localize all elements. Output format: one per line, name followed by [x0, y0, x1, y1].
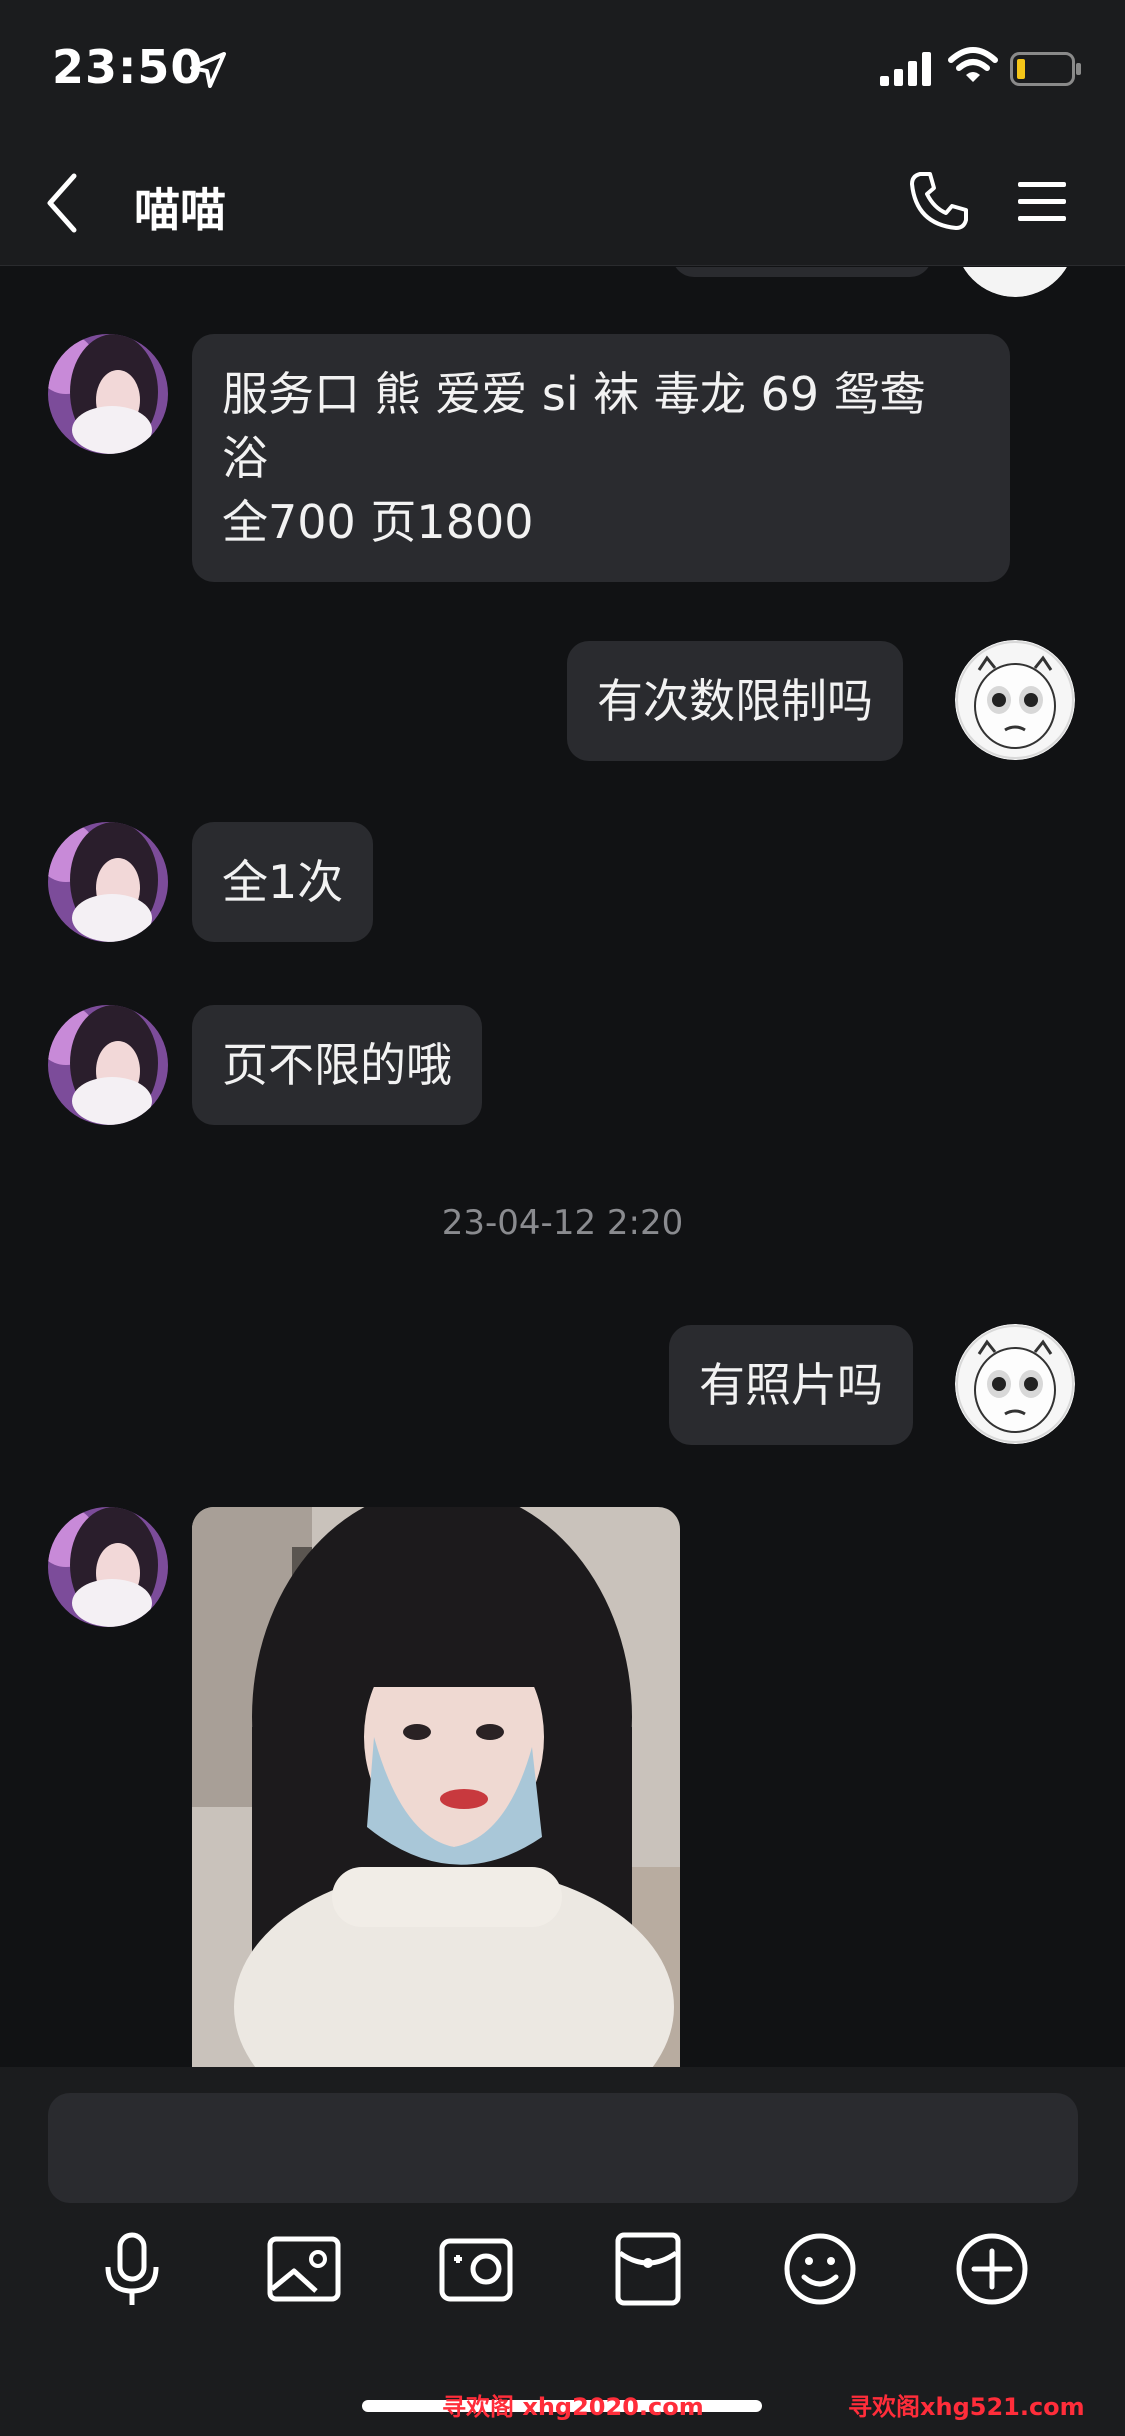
message-text: 全1次: [222, 855, 344, 909]
message-bubble-partial: [672, 267, 932, 277]
plus-icon[interactable]: [952, 2229, 1032, 2309]
watermark-text: 寻欢阁xhg521.com: [848, 2393, 1085, 2421]
location-arrow-icon: [190, 52, 226, 88]
battery-icon: [1010, 52, 1081, 86]
message-text: 有次数限制吗: [597, 674, 873, 728]
status-bar: 23:50: [0, 0, 1125, 140]
message-input[interactable]: [48, 2093, 1078, 2203]
chat-header: 喵喵: [0, 140, 1125, 266]
emoji-icon[interactable]: [780, 2229, 860, 2309]
message-text-line: 服务口 熊 爱爱 si 袜 毒龙 69 鸳鸯: [222, 367, 926, 421]
input-bar: 寻欢阁 xhg2020.com 寻欢阁xhg521.com: [0, 2067, 1125, 2436]
message-bubble-outgoing: 有照片吗: [669, 1325, 913, 1445]
watermark-text: 寻欢阁 xhg2020.com: [442, 2393, 704, 2421]
message-text: 有照片吗: [699, 1358, 883, 1412]
message-bubble: 服务口 熊 爱爱 si 袜 毒龙 69 鸳鸯 浴 全700 页1800: [192, 334, 1010, 582]
menu-icon[interactable]: [1014, 174, 1070, 230]
message-text-line: 全700 页1800: [222, 495, 534, 549]
contact-avatar[interactable]: [48, 1507, 168, 1627]
cellular-signal-icon: [880, 52, 931, 86]
microphone-icon[interactable]: [92, 2229, 172, 2309]
message-bubble: 页不限的哦: [192, 1005, 482, 1125]
phone-call-icon[interactable]: [906, 168, 972, 234]
message-text-line: 浴: [222, 431, 268, 485]
back-chevron-icon[interactable]: [40, 168, 84, 238]
red-packet-icon[interactable]: [608, 2229, 688, 2309]
my-avatar[interactable]: [955, 640, 1075, 760]
message-timestamp: 23-04-12 2:20: [441, 1203, 684, 1243]
my-avatar: [955, 267, 1075, 297]
camera-icon[interactable]: [436, 2229, 516, 2309]
message-bubble-outgoing: 有次数限制吗: [567, 641, 903, 761]
my-avatar[interactable]: [955, 1324, 1075, 1444]
status-time: 23:50: [52, 40, 204, 94]
image-icon[interactable]: [264, 2229, 344, 2309]
contact-name: 喵喵: [134, 183, 226, 237]
message-bubble: 全1次: [192, 822, 374, 942]
wifi-icon: [948, 47, 998, 82]
message-list[interactable]: 服务口 熊 爱爱 si 袜 毒龙 69 鸳鸯 浴 全700 页1800 有次数限…: [0, 267, 1125, 2067]
message-image[interactable]: [192, 1507, 680, 2067]
contact-avatar[interactable]: [48, 1005, 168, 1125]
message-text: 页不限的哦: [222, 1038, 452, 1092]
contact-avatar[interactable]: [48, 822, 168, 942]
contact-avatar[interactable]: [48, 334, 168, 454]
